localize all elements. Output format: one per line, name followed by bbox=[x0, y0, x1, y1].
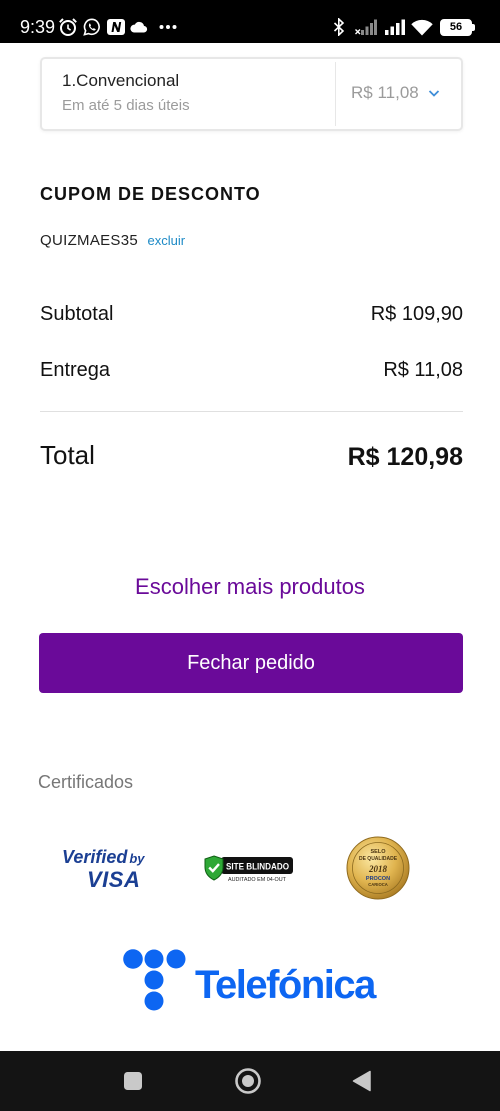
signal-no-sim-icon bbox=[355, 19, 377, 35]
whatsapp-icon bbox=[83, 18, 101, 36]
system-navigation-bar bbox=[0, 1051, 500, 1111]
shipping-option-name: 1.Convencional bbox=[62, 71, 180, 90]
battery-icon: 56 bbox=[440, 19, 476, 36]
alarm-icon bbox=[58, 17, 78, 37]
delivery-label: Entrega bbox=[40, 359, 111, 381]
recent-apps-icon[interactable] bbox=[117, 1065, 149, 1097]
seal-top-text: SELO bbox=[371, 849, 387, 855]
coupon-code: QUIZMAES35 bbox=[40, 232, 139, 249]
back-icon[interactable] bbox=[346, 1065, 378, 1097]
total-label: Total bbox=[40, 440, 95, 470]
site-blindado-title: SITE BLINDADO bbox=[226, 862, 289, 873]
status-time: 9:39 bbox=[20, 17, 56, 37]
total-value: R$ 120,98 bbox=[347, 443, 463, 471]
shipping-option-divider bbox=[335, 62, 336, 126]
seal-year-text: 2018 bbox=[368, 864, 388, 874]
checkout-button[interactable]: Fechar pedido bbox=[39, 633, 463, 693]
subtotal-label: Subtotal bbox=[40, 303, 114, 325]
wifi-icon bbox=[411, 19, 433, 36]
seal-region-text: CARIOCA bbox=[368, 882, 388, 887]
certificates-heading: Certificados bbox=[38, 772, 134, 792]
remove-coupon-link[interactable]: excluir bbox=[147, 233, 185, 248]
continue-shopping-link[interactable]: Escolher mais produtos bbox=[0, 574, 500, 600]
battery-level: 56 bbox=[449, 21, 463, 33]
status-bar: 9:39 56 bbox=[0, 0, 500, 43]
cloud-icon bbox=[129, 20, 148, 33]
delivery-value: R$ 11,08 bbox=[383, 359, 463, 381]
telefonica-brand-name: Telefónica bbox=[195, 963, 376, 1007]
bluetooth-icon bbox=[333, 18, 345, 36]
visa-by-text: by bbox=[129, 851, 145, 866]
shipping-option-price: R$ 11,08 bbox=[351, 83, 419, 102]
summary-divider bbox=[40, 411, 463, 412]
subtotal-value: R$ 109,90 bbox=[370, 303, 463, 325]
seal-middle-text: DE QUALIDADE bbox=[359, 856, 398, 862]
visa-verified-text: Verified bbox=[62, 847, 128, 867]
battery-nub bbox=[472, 24, 475, 31]
shipping-option-select[interactable]: 1.Convencional Em até 5 dias úteis R$ 11… bbox=[40, 57, 463, 131]
site-blindado-badge: SITE BLINDADO AUDITADO EM 04-OUT bbox=[204, 855, 293, 883]
more-notifications-icon bbox=[159, 24, 177, 30]
home-icon[interactable] bbox=[232, 1065, 264, 1097]
site-blindado-subtitle: AUDITADO EM 04-OUT bbox=[228, 877, 287, 883]
coupon-applied: QUIZMAES35 excluir bbox=[40, 232, 185, 250]
coupon-heading: CUPOM DE DESCONTO bbox=[40, 184, 261, 204]
visa-logo-line1: Verified by bbox=[62, 847, 156, 869]
procon-quality-seal: SELO DE QUALIDADE 2018 PROCON CARIOCA bbox=[346, 836, 410, 900]
verified-by-visa-logo: Verified by VISA bbox=[62, 847, 156, 891]
visa-brand-text: VISA bbox=[87, 867, 141, 892]
shipping-option-eta: Em até 5 dias úteis bbox=[62, 97, 190, 114]
telefonica-dots-logo-icon bbox=[123, 949, 186, 1011]
chevron-down-icon[interactable] bbox=[428, 88, 440, 98]
signal-icon bbox=[384, 19, 406, 35]
n-app-icon bbox=[107, 19, 125, 35]
